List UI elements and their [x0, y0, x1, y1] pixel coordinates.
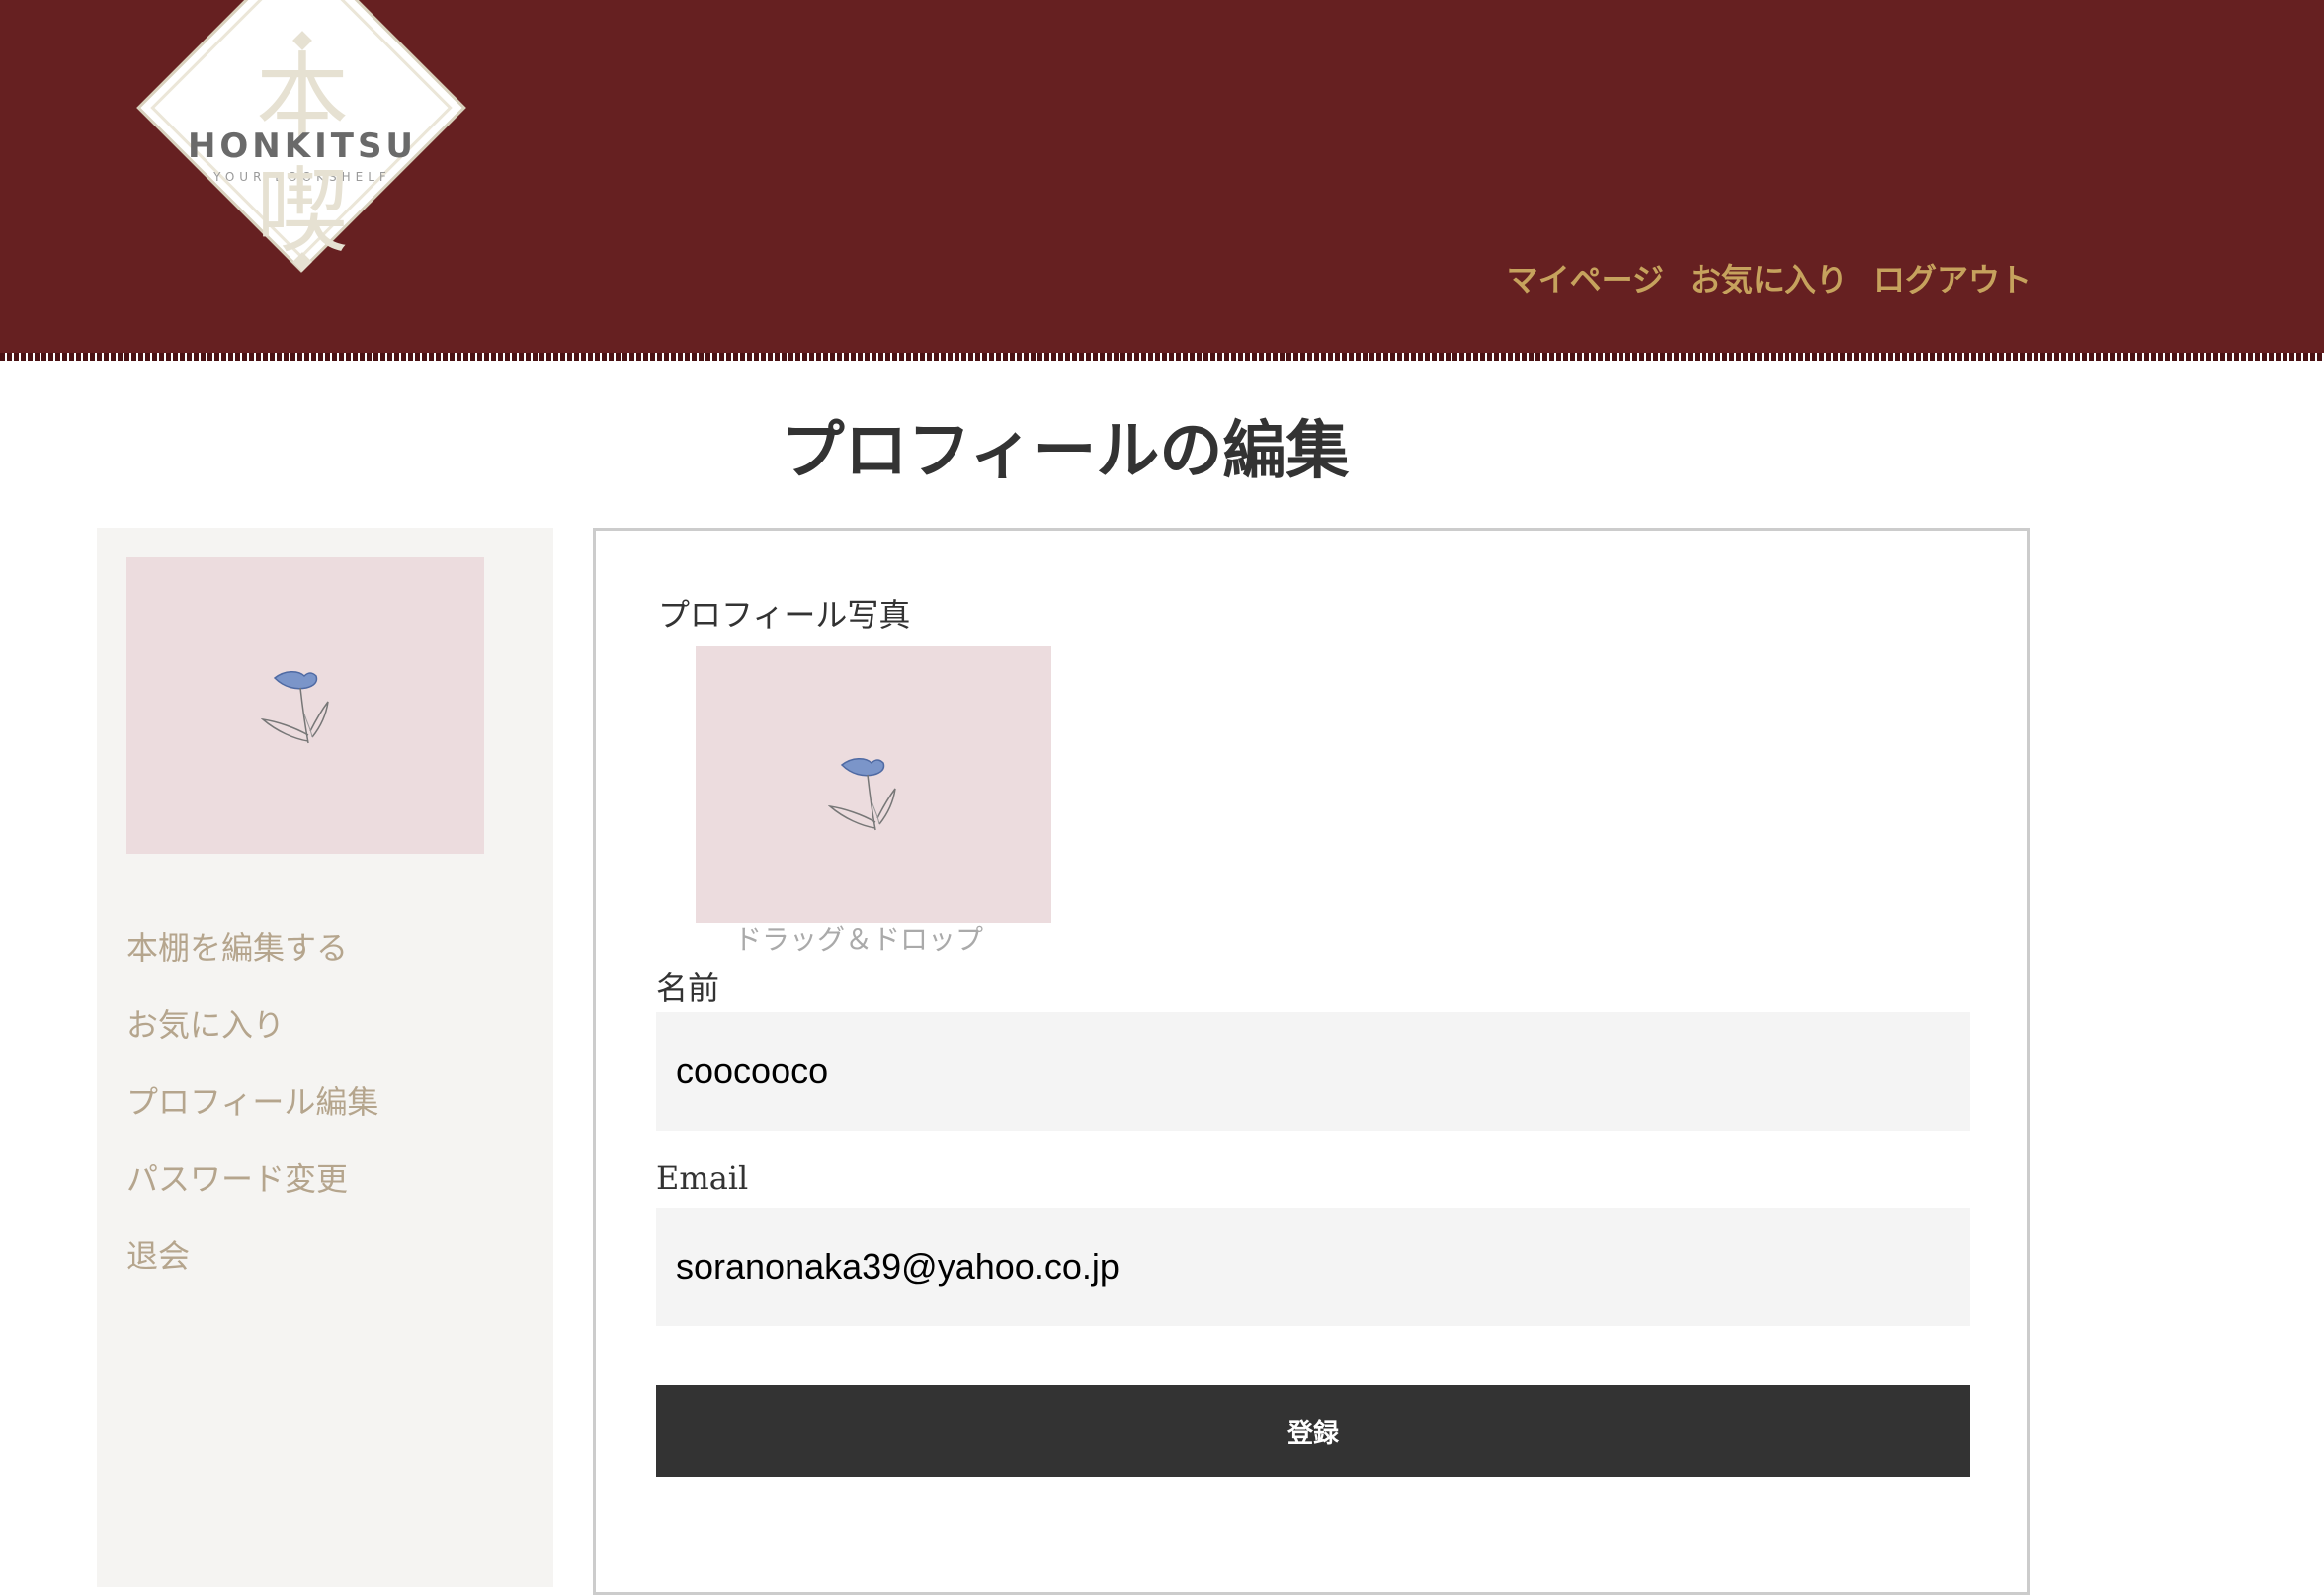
avatar — [126, 557, 484, 854]
sidebar-item-withdraw[interactable]: 退会 — [126, 1231, 378, 1308]
photo-label: プロフィール写真 — [658, 596, 911, 633]
sidebar-item-profile-edit[interactable]: プロフィール編集 — [126, 1077, 378, 1154]
sidebar-item-label[interactable]: 退会 — [126, 1237, 190, 1275]
sidebar: 本棚を編集する お気に入り プロフィール編集 パスワード変更 退会 — [97, 528, 553, 1587]
nav-favorites-link[interactable]: お気に入り — [1690, 255, 1848, 300]
profile-edit-form: プロフィール写真 ドラッグ＆ドロップ 名前 Email 登録 — [593, 528, 2030, 1595]
site-header: 本 HONKITSU YOUR BOOKSHELF 喫 マイページ お気に入り … — [0, 0, 2324, 353]
sidebar-menu: 本棚を編集する お気に入り プロフィール編集 パスワード変更 退会 — [126, 923, 378, 1308]
submit-button[interactable]: 登録 — [656, 1385, 1970, 1477]
sidebar-item-label[interactable]: お気に入り — [126, 1006, 285, 1044]
sidebar-item-label[interactable]: 本棚を編集する — [126, 929, 348, 966]
email-field[interactable] — [656, 1208, 1970, 1326]
tulip-icon — [828, 758, 896, 831]
name-field[interactable] — [656, 1012, 1970, 1131]
honkitsu-logo[interactable]: 本 HONKITSU YOUR BOOKSHELF 喫 — [140, 0, 462, 314]
logo-kanji-bottom: 喫 — [255, 158, 349, 266]
page-title: プロフィールの編集 — [781, 414, 1350, 488]
photo-dropzone[interactable] — [696, 646, 1051, 923]
header-dotted-border — [0, 353, 2324, 361]
sidebar-item-favorites[interactable]: お気に入り — [126, 1000, 378, 1077]
sidebar-item-password-change[interactable]: パスワード変更 — [126, 1154, 378, 1231]
nav-logout-link[interactable]: ログアウト — [1873, 255, 2032, 300]
nav-mypage-link[interactable]: マイページ — [1507, 255, 1664, 300]
drag-drop-hint: ドラッグ＆ドロップ — [734, 923, 984, 956]
header-nav: マイページ お気に入り ログアウト — [1507, 255, 2032, 300]
tulip-icon — [261, 671, 329, 744]
sidebar-item-label[interactable]: プロフィール編集 — [126, 1083, 378, 1121]
sidebar-item-edit-bookshelf[interactable]: 本棚を編集する — [126, 923, 378, 1000]
sidebar-item-label[interactable]: パスワード変更 — [126, 1160, 348, 1198]
name-label: 名前 — [656, 969, 720, 1007]
email-label: Email — [656, 1159, 749, 1197]
